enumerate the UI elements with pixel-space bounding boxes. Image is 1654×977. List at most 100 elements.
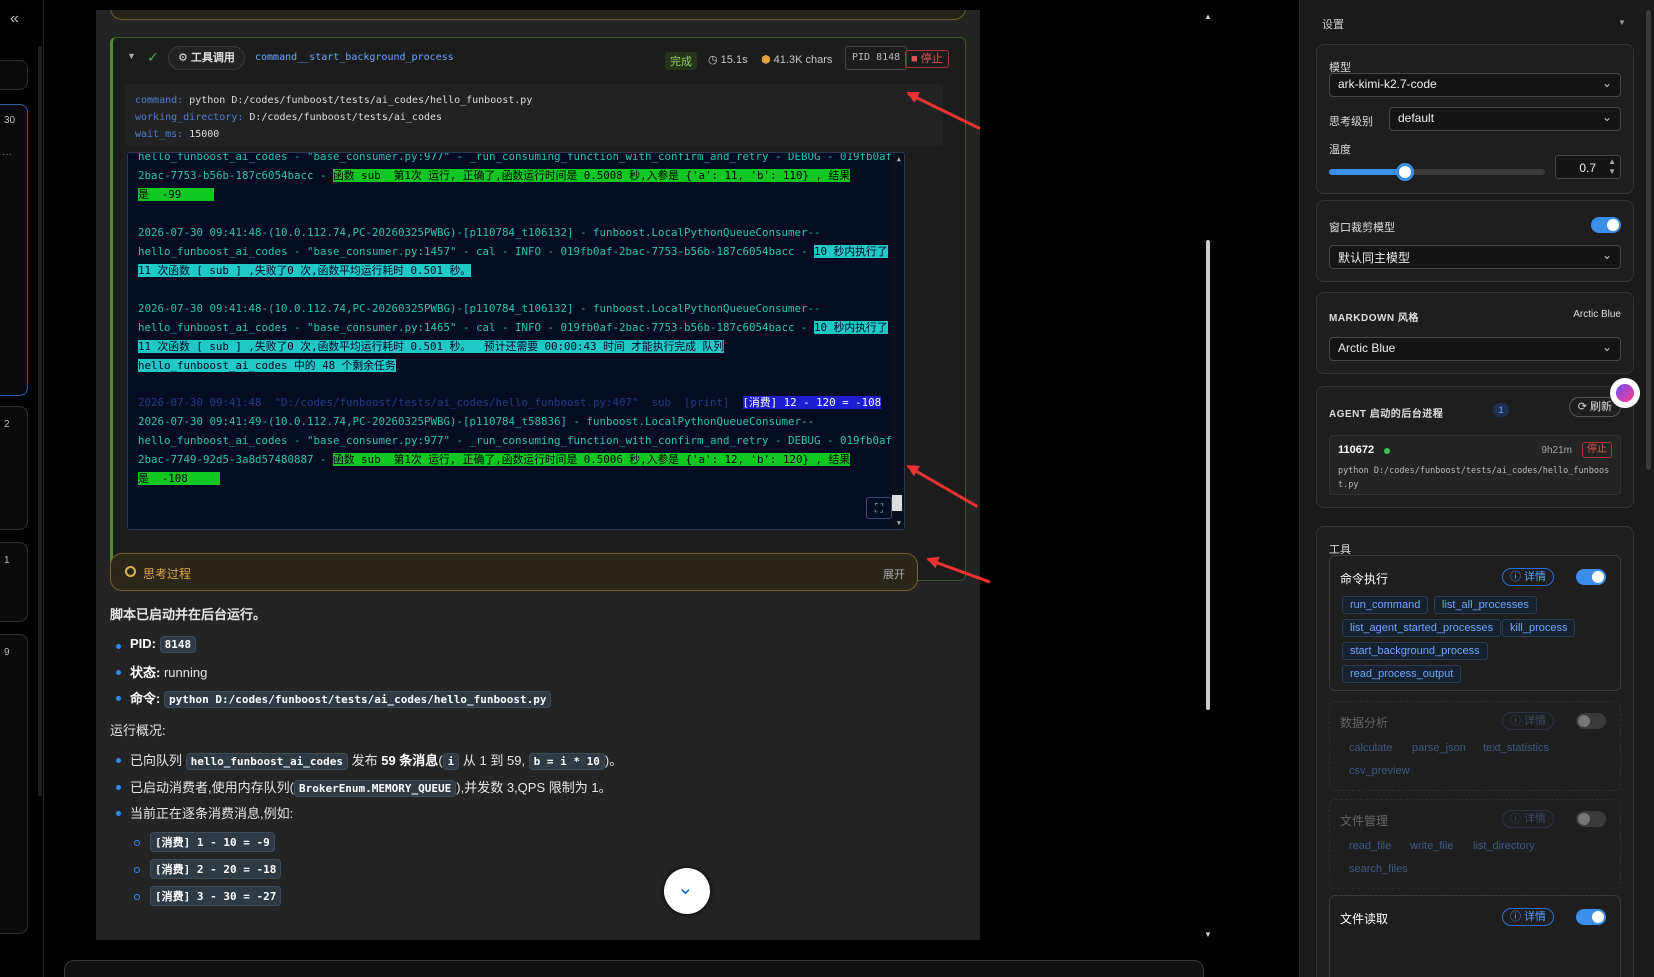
tool-group-toggle[interactable] xyxy=(1576,811,1606,827)
details-button[interactable]: ⓘ 详情 xyxy=(1502,712,1555,730)
temperature-stepper[interactable]: 0.7 ▲ ▼ xyxy=(1555,155,1621,179)
tool-tag[interactable]: write_file xyxy=(1403,838,1460,856)
scroll-to-bottom-button[interactable]: ⌄ xyxy=(664,868,710,914)
clip-model-toggle[interactable] xyxy=(1591,217,1621,233)
tool-tag[interactable]: text_statistics xyxy=(1476,740,1556,758)
model-select[interactable]: ark-kimi-k2.7-code ⌄ xyxy=(1329,73,1621,97)
scroll-down-icon[interactable]: ▼ xyxy=(1204,930,1212,939)
process-stop-button[interactable]: 停止 xyxy=(1582,442,1612,458)
broker-code: BrokerEnum.MEMORY_QUEUE xyxy=(293,780,457,797)
duration: ◷ 15.1s xyxy=(708,53,748,66)
expand-button[interactable]: 展开 xyxy=(883,566,905,582)
tool-call-header[interactable]: ▼ ✓ ⚙ 工具调用 command__start_background_pro… xyxy=(113,38,965,78)
consume-code: [消费] 1 - 10 = -9 xyxy=(150,832,275,852)
rail-search-box[interactable] xyxy=(0,60,28,90)
tool-tag[interactable]: csv_preview xyxy=(1342,763,1417,781)
message-composer[interactable] xyxy=(64,960,1204,977)
answer-pid: PID: 8148 xyxy=(130,636,197,653)
details-button[interactable]: ⓘ 详情 xyxy=(1502,568,1555,586)
terminal-line: hello_funboost_ai_codes - "base_consumer… xyxy=(138,318,888,337)
rail-count: 9 xyxy=(4,647,10,658)
stop-button[interactable]: ■ 停止 xyxy=(905,50,949,68)
tool-group-toggle[interactable] xyxy=(1576,909,1606,925)
thinking-section[interactable]: 思考过程 展开 xyxy=(110,553,918,591)
tool-tag[interactable]: start_background_process xyxy=(1342,642,1488,660)
chevron-down-icon: ⌄ xyxy=(1601,340,1612,354)
terminal-highlight: 函数 sub 第1次 运行, 正确了,函数运行时间是 0.5006 秒,入参是 … xyxy=(333,453,851,466)
tool-tag[interactable]: parse_json xyxy=(1405,740,1473,758)
text: 发布 xyxy=(351,753,378,768)
terminal-line: 2026-07-30 09:41:48-(10.0.112.74,PC-2026… xyxy=(138,223,821,242)
tool-tag[interactable]: run_command xyxy=(1342,596,1429,614)
process-output-terminal[interactable]: hello_funboost_ai_codes - "base_consumer… xyxy=(127,152,905,530)
chevron-down-icon: ⌄ xyxy=(677,877,694,899)
terminal-scroll-thumb[interactable] xyxy=(892,495,902,511)
pid-badge: PID 8148 xyxy=(845,46,908,70)
think-level-label: 思考级别 xyxy=(1329,116,1373,128)
queue-code: hello_funboost_ai_codes xyxy=(185,753,348,770)
temperature-value[interactable]: 0.7 xyxy=(1579,161,1596,175)
select-value: default xyxy=(1398,111,1435,125)
rail-session-group[interactable]: 1 xyxy=(0,542,28,622)
tool-tag[interactable]: calculate xyxy=(1342,740,1399,758)
text: ),并发数 3,QPS 限制为 1。 xyxy=(456,780,612,795)
details-button[interactable]: ⓘ 详情 xyxy=(1502,810,1555,828)
slider-knob[interactable] xyxy=(1395,163,1414,181)
collapse-sidebar-button[interactable]: « xyxy=(10,10,19,28)
sub-item: [消费] 2 - 20 = -18 xyxy=(150,859,282,879)
rail-dots: ··· xyxy=(2,149,12,160)
rail-session-group[interactable]: 9 xyxy=(0,634,28,934)
chevron-down-icon: ⌄ xyxy=(1601,76,1612,90)
terminal-line: hello_funboost_ai_codes - "base_consumer… xyxy=(138,242,888,261)
terminal-highlight: 是 -108 xyxy=(138,472,221,485)
terminal-highlight: 是 -99 xyxy=(138,188,214,201)
scroll-down-icon[interactable]: ▼ xyxy=(897,519,901,527)
tool-tag[interactable]: read_file xyxy=(1342,838,1398,856)
tool-tag[interactable]: search_files xyxy=(1342,861,1415,879)
terminal-highlight: 10 秒内执行了 xyxy=(814,321,888,334)
tool-tag[interactable]: kill_process xyxy=(1502,619,1576,637)
tool-tag[interactable]: read_process_output xyxy=(1342,665,1462,683)
rail-session-group-active[interactable]: 30 ··· xyxy=(0,104,28,396)
agent-process-card: AGENT 启动的后台进程 1 ⟳ 刷新 110672 9h21m 停止 pyt… xyxy=(1316,386,1634,508)
clip-model-select[interactable]: 默认同主模型 ⌄ xyxy=(1329,245,1621,269)
overview-item: 已启动消费者,使用内存队列(BrokerEnum.MEMORY_QUEUE),并… xyxy=(130,777,612,797)
tool-tag[interactable]: list_all_processes xyxy=(1434,596,1537,614)
sub-bullet-icon xyxy=(134,867,140,873)
chevron-down-icon[interactable]: ▼ xyxy=(1618,18,1626,27)
scroll-up-icon[interactable]: ▲ xyxy=(897,155,901,163)
fullscreen-icon[interactable]: ⛶ xyxy=(866,497,892,519)
main-scrollbar[interactable] xyxy=(1206,240,1210,710)
tool-tag[interactable]: list_directory xyxy=(1466,838,1542,856)
tool-group-toggle[interactable] xyxy=(1576,569,1606,585)
bullet-icon xyxy=(116,670,121,675)
terminal-highlight: 11 次函数 [ sub ] ,失败了0 次,函数平均运行耗时 0.501 秒。 xyxy=(138,264,472,277)
markdown-style-card: MARKDOWN 风格 Arctic Blue Arctic Blue ⌄ xyxy=(1316,292,1634,374)
bullet-icon xyxy=(116,696,121,701)
markdown-style-label: MARKDOWN 风格 xyxy=(1329,313,1419,324)
rail-session-group[interactable]: 2 xyxy=(0,406,28,530)
terminal-line: 2026-07-30 09:41:49-(10.0.112.74,PC-2026… xyxy=(138,412,814,431)
terminal-line: 2bac-7753-b56b-187c6054bacc - 函数 sub 第1次… xyxy=(138,166,851,185)
assistant-bubble-button[interactable] xyxy=(1610,378,1640,408)
param-row: working_directory: D:/codes/funboost/test… xyxy=(135,109,933,126)
stepper-arrows-icon[interactable]: ▲ ▼ xyxy=(1608,157,1616,177)
running-dot-icon xyxy=(1384,448,1390,454)
terminal-line: 11 次函数 [ sub ] ,失败了0 次,函数平均运行耗时 0.501 秒。 xyxy=(138,261,472,280)
settings-scrollbar[interactable] xyxy=(1646,10,1651,470)
rail-scrollbar[interactable] xyxy=(38,46,42,796)
think-level-select[interactable]: default ⌄ xyxy=(1389,107,1621,131)
terminal-line: hello_funboost_ai_codes - "base_consumer… xyxy=(138,431,899,450)
terminal-dim-text: 2026-07-30 09:41:48 "D:/codes/funboost/t… xyxy=(138,396,743,409)
tool-group-toggle[interactable] xyxy=(1576,713,1606,729)
chevron-down-icon[interactable]: ▼ xyxy=(127,51,136,61)
param-value: D:/codes/funboost/tests/ai_codes xyxy=(249,112,443,123)
markdown-style-select[interactable]: Arctic Blue ⌄ xyxy=(1329,337,1621,361)
scroll-up-icon[interactable]: ▲ xyxy=(1204,12,1212,21)
assistant-logo-icon xyxy=(1616,384,1634,402)
param-value: python D:/codes/funboost/tests/ai_codes/… xyxy=(189,95,533,106)
details-button[interactable]: ⓘ 详情 xyxy=(1502,908,1555,926)
temperature-slider[interactable] xyxy=(1329,163,1545,181)
terminal-scrollbar[interactable]: ▲ ▼ xyxy=(892,153,904,529)
tool-tag[interactable]: list_agent_started_processes xyxy=(1342,619,1502,637)
